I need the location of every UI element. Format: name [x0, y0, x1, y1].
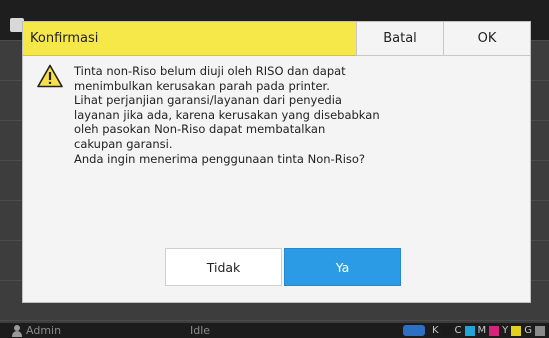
- message-line: Lihat perjanjian garansi/layanan dari pe…: [74, 93, 342, 108]
- ink-levels: K C M Y G: [402, 325, 545, 336]
- dialog-body: Tinta non-Riso belum diuji oleh RISO dan…: [23, 56, 530, 302]
- message-line: Tinta non-Riso belum diuji oleh RISO dan…: [74, 64, 346, 78]
- message-line: oleh pasokan Non-Riso dapat membatalkan: [74, 122, 326, 137]
- message-line: cakupan garansi.: [74, 136, 173, 151]
- yes-button[interactable]: Ya: [284, 248, 401, 286]
- message-line: menimbulkan kerusakan parah pada printer…: [74, 78, 330, 93]
- user-name: Admin: [26, 324, 62, 337]
- ok-button[interactable]: OK: [443, 22, 530, 56]
- ink-swatch-k: [441, 325, 452, 336]
- dialog-header: Konfirmasi Batal OK: [23, 22, 530, 56]
- ink-label-c: C: [454, 325, 462, 336]
- dialog-message: Tinta non-Riso belum diuji oleh RISO dan…: [74, 64, 434, 166]
- warning-icon: [37, 64, 63, 88]
- confirmation-dialog: Konfirmasi Batal OK Tinta non-Riso belum…: [22, 21, 531, 303]
- ink-swatch-g: [535, 325, 545, 336]
- ink-swatch-c: [464, 325, 475, 336]
- dialog-title: Konfirmasi: [23, 22, 356, 56]
- ink-swatch-m: [489, 325, 500, 336]
- ink-label-k: K: [431, 325, 439, 336]
- ink-label-g: G: [524, 325, 532, 336]
- ink-label-y: Y: [502, 325, 509, 336]
- no-button[interactable]: Tidak: [165, 248, 282, 286]
- ink-label-m: M: [477, 325, 487, 336]
- printer-state: Idle: [190, 324, 211, 337]
- cancel-button[interactable]: Batal: [356, 22, 443, 56]
- message-line: Anda ingin menerima penggunaan tinta Non…: [74, 151, 366, 166]
- ink-check-icon: [402, 325, 425, 336]
- status-bar: Admin Idle K C M Y G: [0, 323, 549, 338]
- ink-swatch-y: [511, 325, 522, 336]
- user-icon: [12, 324, 22, 337]
- status-user: Admin: [12, 324, 61, 337]
- message-line: layanan jika ada, karena kerusakan yang …: [74, 107, 380, 122]
